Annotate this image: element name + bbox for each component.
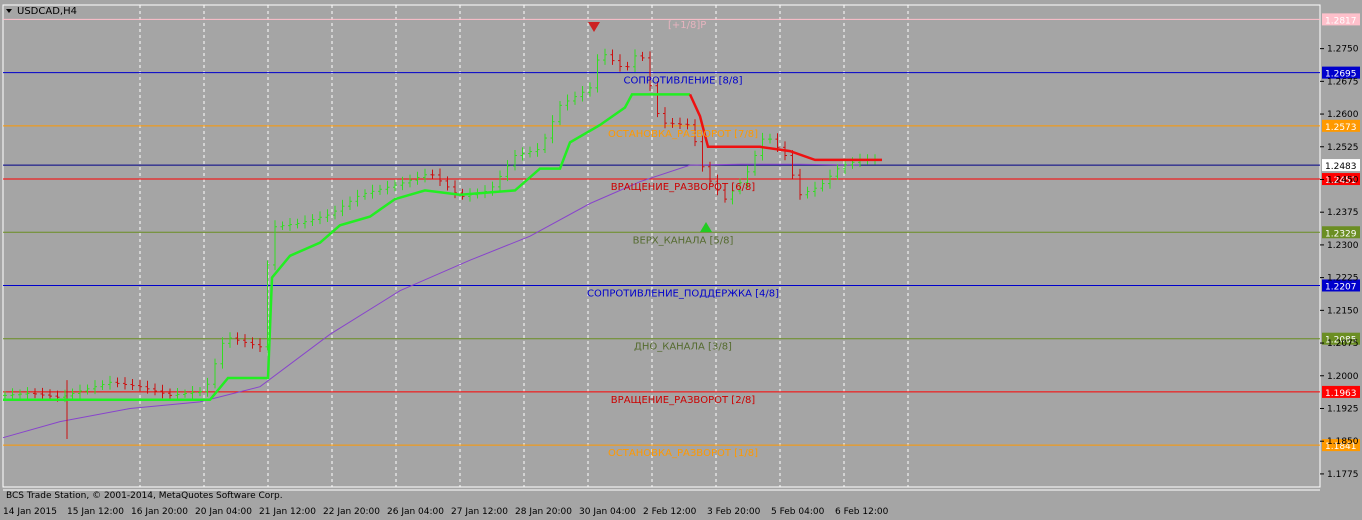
time-axis-label: 27 Jan 12:00 [451,507,508,517]
level-label: СОПРОТИВЛЕНИЕ_ПОДДЕРЖКА [4/8] [587,288,779,299]
price-axis-label: 1.2225 [1327,274,1359,284]
top-octave-label: [+1/8]P [668,20,706,31]
time-axis-label: 14 Jan 2015 [3,507,57,517]
price-axis-label: 1.2150 [1327,306,1359,316]
level-label: ОСТАНОВКА_РАЗВОРОТ [7/8] [608,129,758,140]
level-label: ВЕРХ_КАНАЛА [5/8] [633,235,734,246]
price-axis-label: 1.2600 [1327,110,1359,120]
level-label: ОСТАНОВКА_РАЗВОРОТ [1/8] [608,448,758,459]
time-axis-label: 6 Feb 12:00 [835,507,889,517]
time-axis-label: 28 Jan 20:00 [515,507,572,517]
price-axis-label: 1.2300 [1327,241,1359,251]
time-axis-label: 26 Jan 04:00 [387,507,444,517]
level-price-badge-text: 1.2817 [1325,16,1357,26]
price-axis-label: 1.2675 [1327,77,1359,87]
copyright-text: BCS Trade Station, © 2001-2014, MetaQuot… [6,491,283,501]
time-axis-label: 20 Jan 04:00 [195,507,252,517]
time-axis-label: 3 Feb 20:00 [707,507,761,517]
price-axis-label: 1.2750 [1327,45,1359,55]
level-price-badge-text: 1.2573 [1325,123,1357,133]
price-axis-label: 1.2375 [1327,208,1359,218]
time-axis-label: 16 Jan 20:00 [131,507,188,517]
chart-window[interactable]: 1.2817 1.2695 1.2573 1.2451 1.2329 1.2207 1.20… [0,0,1362,520]
level-label: ВРАЩЕНИЕ_РАЗВОРОТ [2/8] [611,395,756,406]
time-axis-label: 22 Jan 20:00 [323,507,380,517]
price-axis-label: 1.2000 [1327,372,1359,382]
level-price-badge-text: 1.1963 [1325,389,1357,399]
price-chart[interactable]: 1.28171.26951.25731.24511.23291.22071.20… [0,0,1362,520]
time-axis-label: 5 Feb 04:00 [771,507,825,517]
time-axis-label: 15 Jan 12:00 [67,507,124,517]
price-axis-label: 1.2075 [1327,339,1359,349]
price-axis-label: 1.1775 [1327,470,1359,480]
price-axis-label: 1.1850 [1327,437,1359,447]
time-axis-label: 21 Jan 12:00 [259,507,316,517]
chart-title: USDCAD,H4 [17,6,77,17]
time-axis-label: 2 Feb 12:00 [643,507,697,517]
current-price-badge-text: 1.2483 [1325,162,1357,172]
level-label: СОПРОТИВЛЕНИЕ [8/8] [624,76,743,87]
level-label: ДНО_КАНАЛА [3/8] [634,342,732,353]
time-axis-label: 30 Jan 04:00 [579,507,636,517]
price-axis-label: 1.1925 [1327,404,1359,414]
price-axis-label: 1.2450 [1327,175,1359,185]
level-price-badge-text: 1.2329 [1325,229,1357,239]
level-label: ВРАЩЕНИЕ_РАЗВОРОТ [6/8] [611,182,756,193]
level-price-badge-text: 1.2207 [1325,282,1357,292]
price-axis-label: 1.2525 [1327,143,1359,153]
